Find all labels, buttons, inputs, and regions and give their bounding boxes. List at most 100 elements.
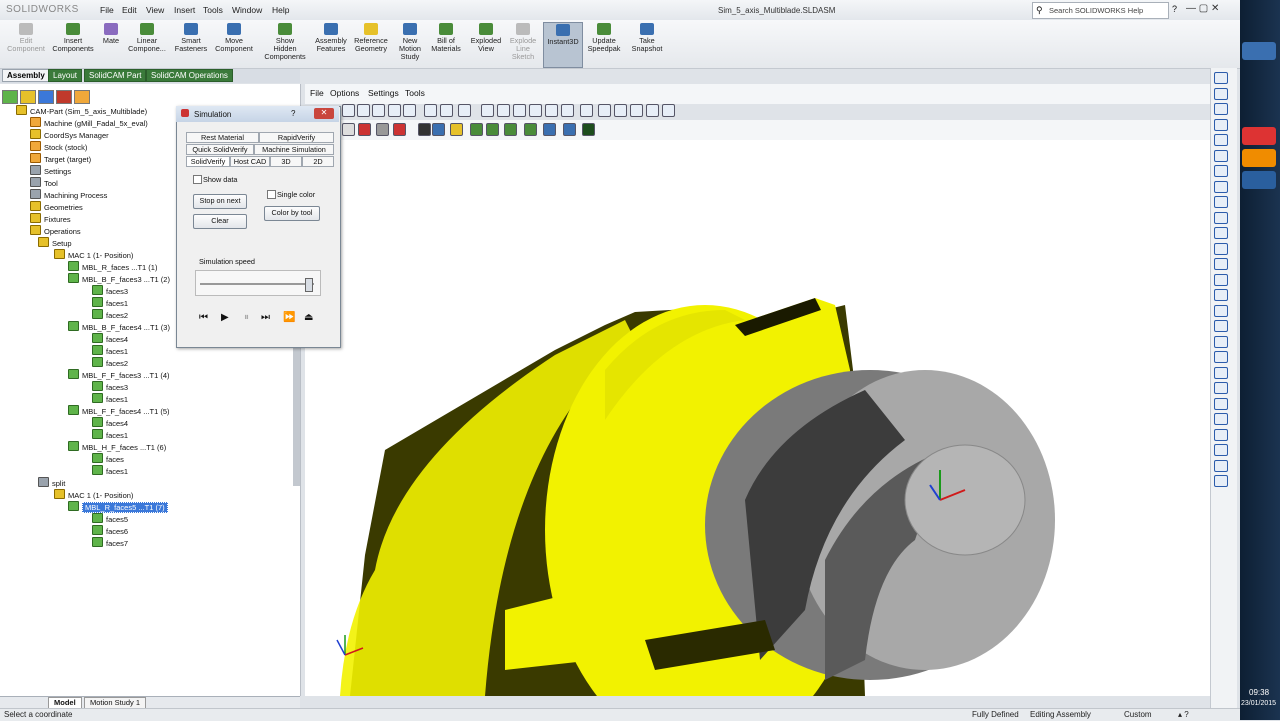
taskbar-app-blue[interactable] — [1242, 171, 1276, 189]
pause-button[interactable]: ⏸ — [244, 312, 249, 323]
toolbar-icon[interactable] — [432, 123, 445, 136]
ribbon-billof-materials-button[interactable]: Bill of Materials — [427, 22, 465, 66]
toolbar-icon[interactable] — [418, 123, 431, 136]
simulation-titlebar[interactable]: Simulation ? ✕ — [176, 106, 339, 122]
toolbar-icon[interactable] — [458, 104, 471, 117]
tab-solidverify[interactable]: SolidVerify — [186, 156, 230, 167]
tree-node[interactable]: faces6 — [92, 525, 128, 536]
step-start-button[interactable]: ⏮ — [199, 312, 208, 323]
toolbar-icon[interactable] — [424, 104, 437, 117]
toolbar-icon[interactable] — [524, 123, 537, 136]
tree-node[interactable]: CoordSys Manager — [30, 129, 109, 140]
app-logo[interactable]: SOLIDWORKS — [6, 4, 79, 15]
play-button[interactable]: ▶ — [221, 312, 229, 323]
tree-node[interactable]: MAC 1 (1- Position) — [54, 489, 133, 500]
ribbon-update-speedpak-button[interactable]: Update Speedpak — [584, 22, 624, 66]
toolbar-icon[interactable] — [357, 104, 370, 117]
taskbar-app-orange[interactable] — [1242, 149, 1276, 167]
toolbar-icon[interactable] — [342, 123, 355, 136]
task-pane-icon[interactable] — [1214, 320, 1228, 332]
ribbon-take-snapshot-button[interactable]: Take Snapshot — [626, 22, 668, 66]
menu-help[interactable]: Help — [272, 5, 289, 15]
tree-node[interactable]: faces2 — [92, 357, 128, 368]
tree-node[interactable]: MBL_F_F_faces3 ...T1 (4) — [68, 369, 170, 380]
tab-3d[interactable]: 3D — [270, 156, 302, 167]
tree-node[interactable]: faces4 — [92, 417, 128, 428]
task-pane-icon[interactable] — [1214, 382, 1228, 394]
task-pane-icon[interactable] — [1214, 366, 1228, 379]
task-pane-icon[interactable] — [1214, 227, 1228, 239]
toolbar-icon[interactable] — [358, 123, 371, 136]
slider-thumb[interactable] — [304, 278, 313, 292]
ribbon-new-motion-study-button[interactable]: New Motion Study — [394, 22, 426, 66]
tab-solidcam-operations[interactable]: SolidCAM Operations — [146, 69, 233, 82]
ribbon-instant3d-button[interactable]: Instant3D — [543, 22, 583, 68]
sim-menu-tools[interactable]: Tools — [405, 88, 425, 98]
help-icon[interactable]: ? — [291, 109, 295, 118]
task-pane-icon[interactable] — [1214, 72, 1228, 84]
menu-file[interactable]: File — [100, 5, 114, 15]
graphics-viewport[interactable] — [305, 140, 1210, 721]
menu-tools[interactable]: Tools — [203, 5, 223, 15]
menu-insert[interactable]: Insert — [174, 5, 195, 15]
taskbar-solidworks[interactable] — [1242, 127, 1276, 145]
menu-window[interactable]: Window — [232, 5, 262, 15]
task-pane-icon[interactable] — [1214, 165, 1228, 177]
stop-on-next-button[interactable]: Stop on next — [193, 194, 247, 209]
ribbon-edit-component-button[interactable]: Edit Component — [6, 22, 46, 66]
tree-node[interactable]: Setup — [38, 237, 72, 248]
tree-node[interactable]: Operations — [30, 225, 81, 236]
toolbar-icon[interactable] — [376, 123, 389, 136]
tree-node[interactable]: faces — [92, 453, 124, 464]
sim-menu-options[interactable]: Options — [330, 88, 359, 98]
tree-node[interactable]: Tool — [30, 177, 58, 188]
toolbar-icon[interactable] — [440, 104, 453, 117]
tree-node[interactable]: MBL_B_F_faces4 ...T1 (3) — [68, 321, 170, 332]
ribbon-explode-line-sketch-button[interactable]: Explode Line Sketch — [505, 22, 541, 66]
task-pane-icon[interactable] — [1214, 428, 1228, 441]
tab-solidcam-part[interactable]: SolidCAM Part — [84, 69, 147, 82]
toolbar-icon[interactable] — [561, 104, 574, 117]
toolbar-icon[interactable] — [450, 123, 463, 136]
task-pane-icon[interactable] — [1214, 211, 1228, 224]
toolbar-icon[interactable] — [582, 123, 595, 136]
tree-node[interactable]: MAC 1 (1- Position) — [54, 249, 133, 260]
tree-node[interactable]: faces1 — [92, 465, 128, 476]
toolbar-icon[interactable] — [598, 104, 611, 117]
tree-node[interactable]: faces1 — [92, 345, 128, 356]
single-color-checkbox[interactable] — [267, 190, 276, 199]
status-units[interactable]: Custom — [1124, 710, 1152, 719]
task-pane-icon[interactable] — [1214, 304, 1228, 317]
tree-node[interactable]: faces3 — [92, 285, 128, 296]
toolbar-icon[interactable] — [403, 104, 416, 117]
task-pane-icon[interactable] — [1214, 87, 1228, 100]
ribbon-move-component-button[interactable]: Move Component — [210, 22, 258, 66]
tree-node[interactable]: faces5 — [92, 513, 128, 524]
tree-node[interactable]: Fixtures — [30, 213, 71, 224]
toolbar-icon[interactable] — [646, 104, 659, 117]
tab-layout[interactable]: Layout — [48, 69, 83, 82]
ribbon-linear-compone-button[interactable]: Linear Compone... — [124, 22, 170, 66]
toolbar-icon[interactable] — [393, 123, 406, 136]
task-pane-icon[interactable] — [1214, 134, 1228, 146]
ribbon-show-hidden-components-button[interactable]: Show Hidden Components — [260, 22, 310, 66]
task-pane-icon[interactable] — [1214, 444, 1228, 456]
menu-edit[interactable]: Edit — [122, 5, 137, 15]
tab-quick-solidverify[interactable]: Quick SolidVerify — [186, 144, 254, 155]
toolbar-icon[interactable] — [513, 104, 526, 117]
toolbar-icon[interactable] — [504, 123, 517, 136]
tree-node[interactable]: MBL_F_F_faces4 ...T1 (5) — [68, 405, 170, 416]
tree-node[interactable]: faces1 — [92, 429, 128, 440]
configuration-manager-icon[interactable] — [38, 90, 54, 104]
tab-rapidverify[interactable]: RapidVerify — [259, 132, 334, 143]
ribbon-mate-button[interactable]: Mate — [98, 22, 124, 66]
window-controls[interactable]: — ▢ ✕ — [1186, 3, 1219, 14]
tree-node[interactable]: MBL_R_faces5 ...T1 (7) — [68, 501, 168, 513]
help-icon[interactable]: ? — [1172, 4, 1177, 14]
tree-node[interactable]: Target (target) — [30, 153, 91, 164]
step-forward-button[interactable]: ⏭ — [261, 312, 270, 323]
tree-node[interactable]: Settings — [30, 165, 71, 176]
ribbon-smart-fasteners-button[interactable]: Smart Fasteners — [171, 22, 211, 66]
menu-view[interactable]: View — [146, 5, 164, 15]
tree-node[interactable]: faces3 — [92, 381, 128, 392]
